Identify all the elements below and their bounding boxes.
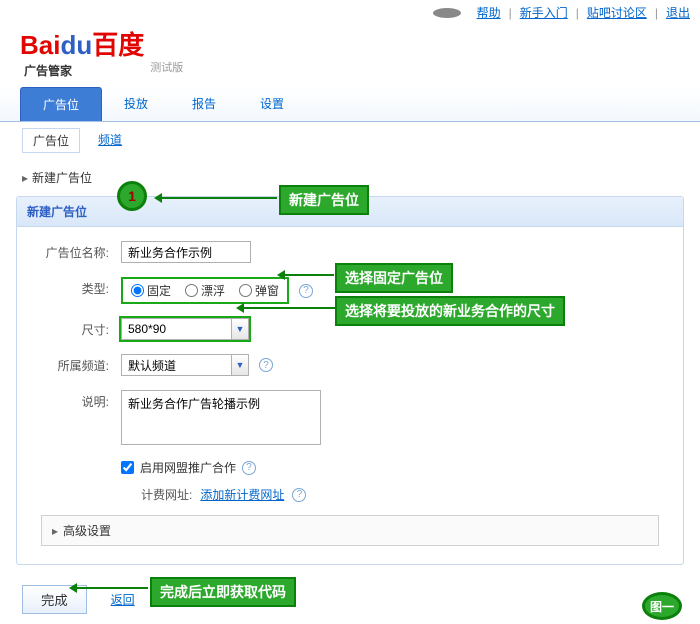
done-button[interactable]: 完成	[22, 585, 87, 614]
forum-link[interactable]: 贴吧讨论区	[587, 4, 647, 21]
figure-label: 图一	[642, 592, 682, 620]
back-link[interactable]: 返回	[111, 591, 135, 608]
channel-label: 所属频道:	[37, 354, 109, 374]
decorative-swoosh	[433, 8, 461, 18]
type-label: 类型:	[37, 277, 109, 297]
panel-title: 新建广告位	[17, 197, 683, 227]
breadcrumb: 新建广告位	[0, 159, 700, 196]
logo: Baidu百度 广告管家	[20, 25, 144, 79]
enable-union-checkbox[interactable]	[121, 461, 134, 474]
logout-link[interactable]: 退出	[666, 4, 690, 21]
channel-combo[interactable]: ▼	[121, 354, 249, 376]
size-input[interactable]	[121, 318, 231, 340]
radio-float[interactable]	[185, 284, 198, 297]
help-icon[interactable]: ?	[292, 488, 306, 502]
type-radio-group: 固定 漂浮 弹窗	[121, 277, 289, 304]
tab-adslot[interactable]: 广告位	[20, 87, 102, 121]
guide-link[interactable]: 新手入门	[520, 4, 568, 21]
chevron-down-icon[interactable]: ▼	[231, 354, 249, 376]
beta-label: 测试版	[150, 59, 183, 75]
help-icon[interactable]: ?	[259, 358, 273, 372]
name-label: 广告位名称:	[37, 241, 109, 261]
tab-report[interactable]: 报告	[170, 87, 238, 121]
subtab-channel[interactable]: 频道	[98, 128, 122, 153]
fee-label: 计费网址:	[141, 486, 192, 503]
advanced-toggle[interactable]: 高级设置	[41, 515, 659, 546]
desc-label: 说明:	[37, 390, 109, 410]
add-fee-link[interactable]: 添加新计费网址	[200, 486, 284, 503]
help-link[interactable]: 帮助	[477, 4, 501, 21]
help-icon[interactable]: ?	[242, 461, 256, 475]
main-nav: 广告位 投放 报告 设置	[0, 87, 700, 122]
enable-union-label: 启用网盟推广合作	[140, 459, 236, 476]
name-input[interactable]	[121, 241, 251, 263]
size-combo[interactable]: ▼	[121, 318, 249, 340]
size-label: 尺寸:	[37, 318, 109, 338]
annotation-done: 完成后立即获取代码	[150, 577, 296, 607]
desc-textarea[interactable]: 新业务合作广告轮播示例	[121, 390, 321, 445]
subtab-adslot[interactable]: 广告位	[22, 128, 80, 153]
radio-fixed[interactable]	[131, 284, 144, 297]
channel-input[interactable]	[121, 354, 231, 376]
radio-popup[interactable]	[239, 284, 252, 297]
tab-delivery[interactable]: 投放	[102, 87, 170, 121]
help-icon[interactable]: ?	[299, 284, 313, 298]
chevron-down-icon[interactable]: ▼	[231, 318, 249, 340]
tab-settings[interactable]: 设置	[238, 87, 306, 121]
